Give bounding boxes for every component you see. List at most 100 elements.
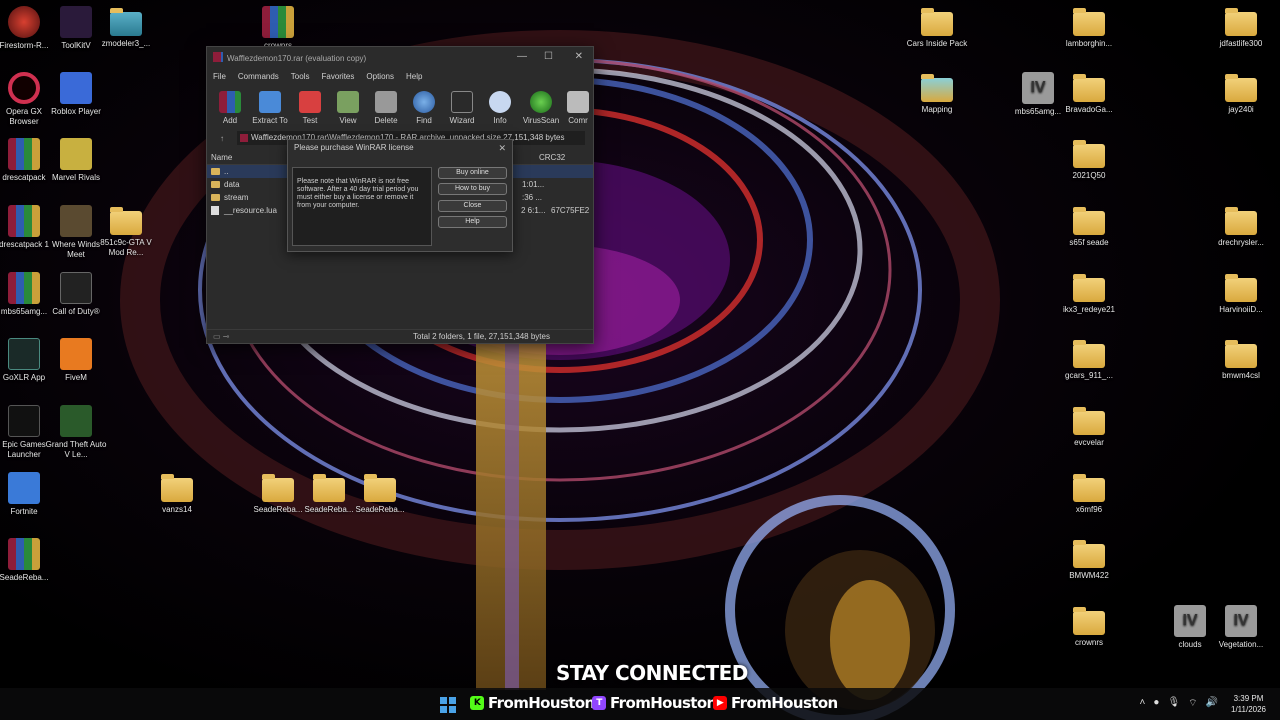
virusscan-icon xyxy=(530,91,552,113)
find-icon xyxy=(413,91,435,113)
up-arrow-icon[interactable]: ↑ xyxy=(207,134,237,143)
menu-file[interactable]: File xyxy=(213,72,226,81)
winrar-title: Wafflezdemon170.rar (evaluation copy) xyxy=(227,53,367,63)
add-icon xyxy=(219,91,241,113)
license-dialog-title: Please purchase WinRAR license xyxy=(294,143,414,152)
menu-commands[interactable]: Commands xyxy=(238,72,279,81)
openiv-file-icon: IV xyxy=(1225,605,1257,637)
drive-lock-icon: ▭ ⊸ xyxy=(213,332,230,341)
youtube-handle: ▶ FromHouston xyxy=(713,694,838,712)
folder-icon xyxy=(313,474,345,502)
winrar-archive-icon xyxy=(8,138,40,170)
desktop-icon-bravadoga[interactable]: BravadoGa... xyxy=(1057,72,1121,115)
maximize-icon[interactable]: ☐ xyxy=(544,51,553,62)
folder-icon xyxy=(1073,340,1105,368)
epic-games-icon xyxy=(8,405,40,437)
zmodeler-icon xyxy=(110,8,142,36)
desktop-icon-bmwm4csl[interactable]: bmwm4csl xyxy=(1209,338,1273,381)
taskbar-clock[interactable]: 3:39 PM 1/11/2026 xyxy=(1231,693,1266,715)
gta-v-icon xyxy=(60,405,92,437)
winrar-archive-icon xyxy=(262,6,294,38)
desktop-icon-vegetation[interactable]: IV Vegetation... xyxy=(1209,605,1273,650)
desktop-icon-2021q50[interactable]: 2021Q50 xyxy=(1057,138,1121,181)
toolbar-info-button[interactable]: Info xyxy=(481,91,519,125)
folder-icon xyxy=(1073,8,1105,36)
close-icon[interactable]: ✕ xyxy=(498,140,506,156)
desktop-icon-ikx3-redeye21[interactable]: ikx3_redeye21 xyxy=(1057,272,1121,315)
desktop-icon-fivem[interactable]: FiveM xyxy=(44,338,108,383)
wifi-icon[interactable]: ⌔ xyxy=(1188,697,1197,710)
openiv-file-icon: IV xyxy=(1022,72,1054,104)
desktop-icon-fortnite[interactable]: Fortnite xyxy=(0,472,56,517)
minimize-icon[interactable]: — xyxy=(517,51,527,62)
toolbar-delete-button[interactable]: Delete xyxy=(367,91,405,125)
youtube-icon: ▶ xyxy=(713,696,727,710)
desktop-icon-marvel-rivals[interactable]: Marvel Rivals xyxy=(44,138,108,183)
close-button[interactable]: Close xyxy=(438,200,507,212)
clock-date: 1/11/2026 xyxy=(1231,705,1266,714)
status-text: Total 2 folders, 1 file, 27,151,348 byte… xyxy=(413,332,550,341)
toolbar-comment-button[interactable]: Comr xyxy=(563,91,593,125)
license-message: Please note that WinRAR is not free soft… xyxy=(292,167,432,246)
license-dialog-titlebar[interactable]: Please purchase WinRAR license ✕ xyxy=(288,140,512,156)
microphone-icon[interactable]: 🎙 xyxy=(1167,697,1180,710)
desktop-icon-roblox[interactable]: Roblox Player xyxy=(44,72,108,117)
folder-icon xyxy=(921,8,953,36)
desktop-icon-harvinoiid[interactable]: HarvinoiiD... xyxy=(1209,272,1273,315)
buy-online-button[interactable]: Buy online xyxy=(438,167,507,179)
file-icon xyxy=(211,206,219,215)
help-button[interactable]: Help xyxy=(438,216,507,228)
desktop-icon-cars-inside-pack[interactable]: Cars Inside Pack xyxy=(905,6,969,49)
menu-options[interactable]: Options xyxy=(366,72,394,81)
toolbar-add-button[interactable]: Add xyxy=(211,91,249,125)
toolbar-virusscan-button[interactable]: VirusScan xyxy=(519,91,563,125)
desktop-icon-x6mf96[interactable]: x6mf96 xyxy=(1057,472,1121,515)
toolbar-view-button[interactable]: View xyxy=(329,91,367,125)
desktop-icon-crownrs-folder[interactable]: crownrs xyxy=(1057,605,1121,648)
windows-start-icon[interactable] xyxy=(440,697,456,713)
desktop-icon-bmwm422[interactable]: BMWM422 xyxy=(1057,538,1121,581)
folder-icon xyxy=(1225,74,1257,102)
desktop-icon-call-of-duty[interactable]: Call of Duty® xyxy=(44,272,108,317)
license-dialog: Please purchase WinRAR license ✕ Please … xyxy=(287,139,513,252)
desktop-icon-gta-mod-folder[interactable]: 851c9c-GTA V Mod Re... xyxy=(94,205,158,258)
desktop-icon-seadereba-rar[interactable]: SeadeReba... xyxy=(0,538,56,583)
delete-icon xyxy=(375,91,397,113)
menu-help[interactable]: Help xyxy=(406,72,422,81)
menu-tools[interactable]: Tools xyxy=(291,72,310,81)
close-icon[interactable]: ✕ xyxy=(575,51,583,62)
toolbar-extract-to-button[interactable]: Extract To xyxy=(249,91,291,125)
desktop-icon-vanzs14[interactable]: vanzs14 xyxy=(145,472,209,515)
desktop-icon-s65f-seade[interactable]: s65f seade xyxy=(1057,205,1121,248)
desktop-icon-evcvelar[interactable]: evcvelar xyxy=(1057,405,1121,448)
desktop-icon-jdfastlife300[interactable]: jdfastlife300 xyxy=(1209,6,1273,49)
folder-icon xyxy=(1073,207,1105,235)
winrar-logo-icon xyxy=(240,134,248,142)
menu-favorites[interactable]: Favorites xyxy=(321,72,354,81)
firestorm-icon xyxy=(8,6,40,38)
desktop-icon-seadereba-3[interactable]: SeadeReba... xyxy=(348,472,412,515)
chevron-up-icon[interactable]: ˄ xyxy=(1140,697,1146,710)
desktop-icon-gcars-911[interactable]: gcars_911_... xyxy=(1057,338,1121,381)
how-to-buy-button[interactable]: How to buy xyxy=(438,183,507,195)
network-status-icon[interactable]: ● xyxy=(1153,697,1159,710)
column-crc32[interactable]: CRC32 xyxy=(539,153,565,162)
folder-icon xyxy=(161,474,193,502)
fortnite-icon xyxy=(8,472,40,504)
desktop-icon-crownrs-rar[interactable]: crownrs xyxy=(246,6,310,51)
desktop-icon-drechrysler[interactable]: drechrysler... xyxy=(1209,205,1273,248)
folder-icon xyxy=(1073,607,1105,635)
desktop-icon-jay240i[interactable]: jay240i xyxy=(1209,72,1273,115)
volume-icon[interactable]: 🔊 xyxy=(1206,697,1218,710)
goxlr-icon xyxy=(8,338,40,370)
desktop-icon-mapping[interactable]: Mapping xyxy=(905,72,969,115)
desktop-icon-gta-v[interactable]: Grand Theft Auto V Le... xyxy=(44,405,108,460)
toolbar-wizard-button[interactable]: Wizard xyxy=(443,91,481,125)
toolbar-find-button[interactable]: Find xyxy=(405,91,443,125)
winrar-titlebar[interactable]: Wafflezdemon170.rar (evaluation copy) — … xyxy=(207,47,593,69)
winrar-menubar: File Commands Tools Favorites Options He… xyxy=(207,69,593,83)
desktop-icon-zmodeler[interactable]: zmodeler3_... xyxy=(94,6,158,49)
toolbar-test-button[interactable]: Test xyxy=(291,91,329,125)
winrar-archive-icon xyxy=(8,205,40,237)
desktop-icon-lamborghini[interactable]: lamborghin... xyxy=(1057,6,1121,49)
